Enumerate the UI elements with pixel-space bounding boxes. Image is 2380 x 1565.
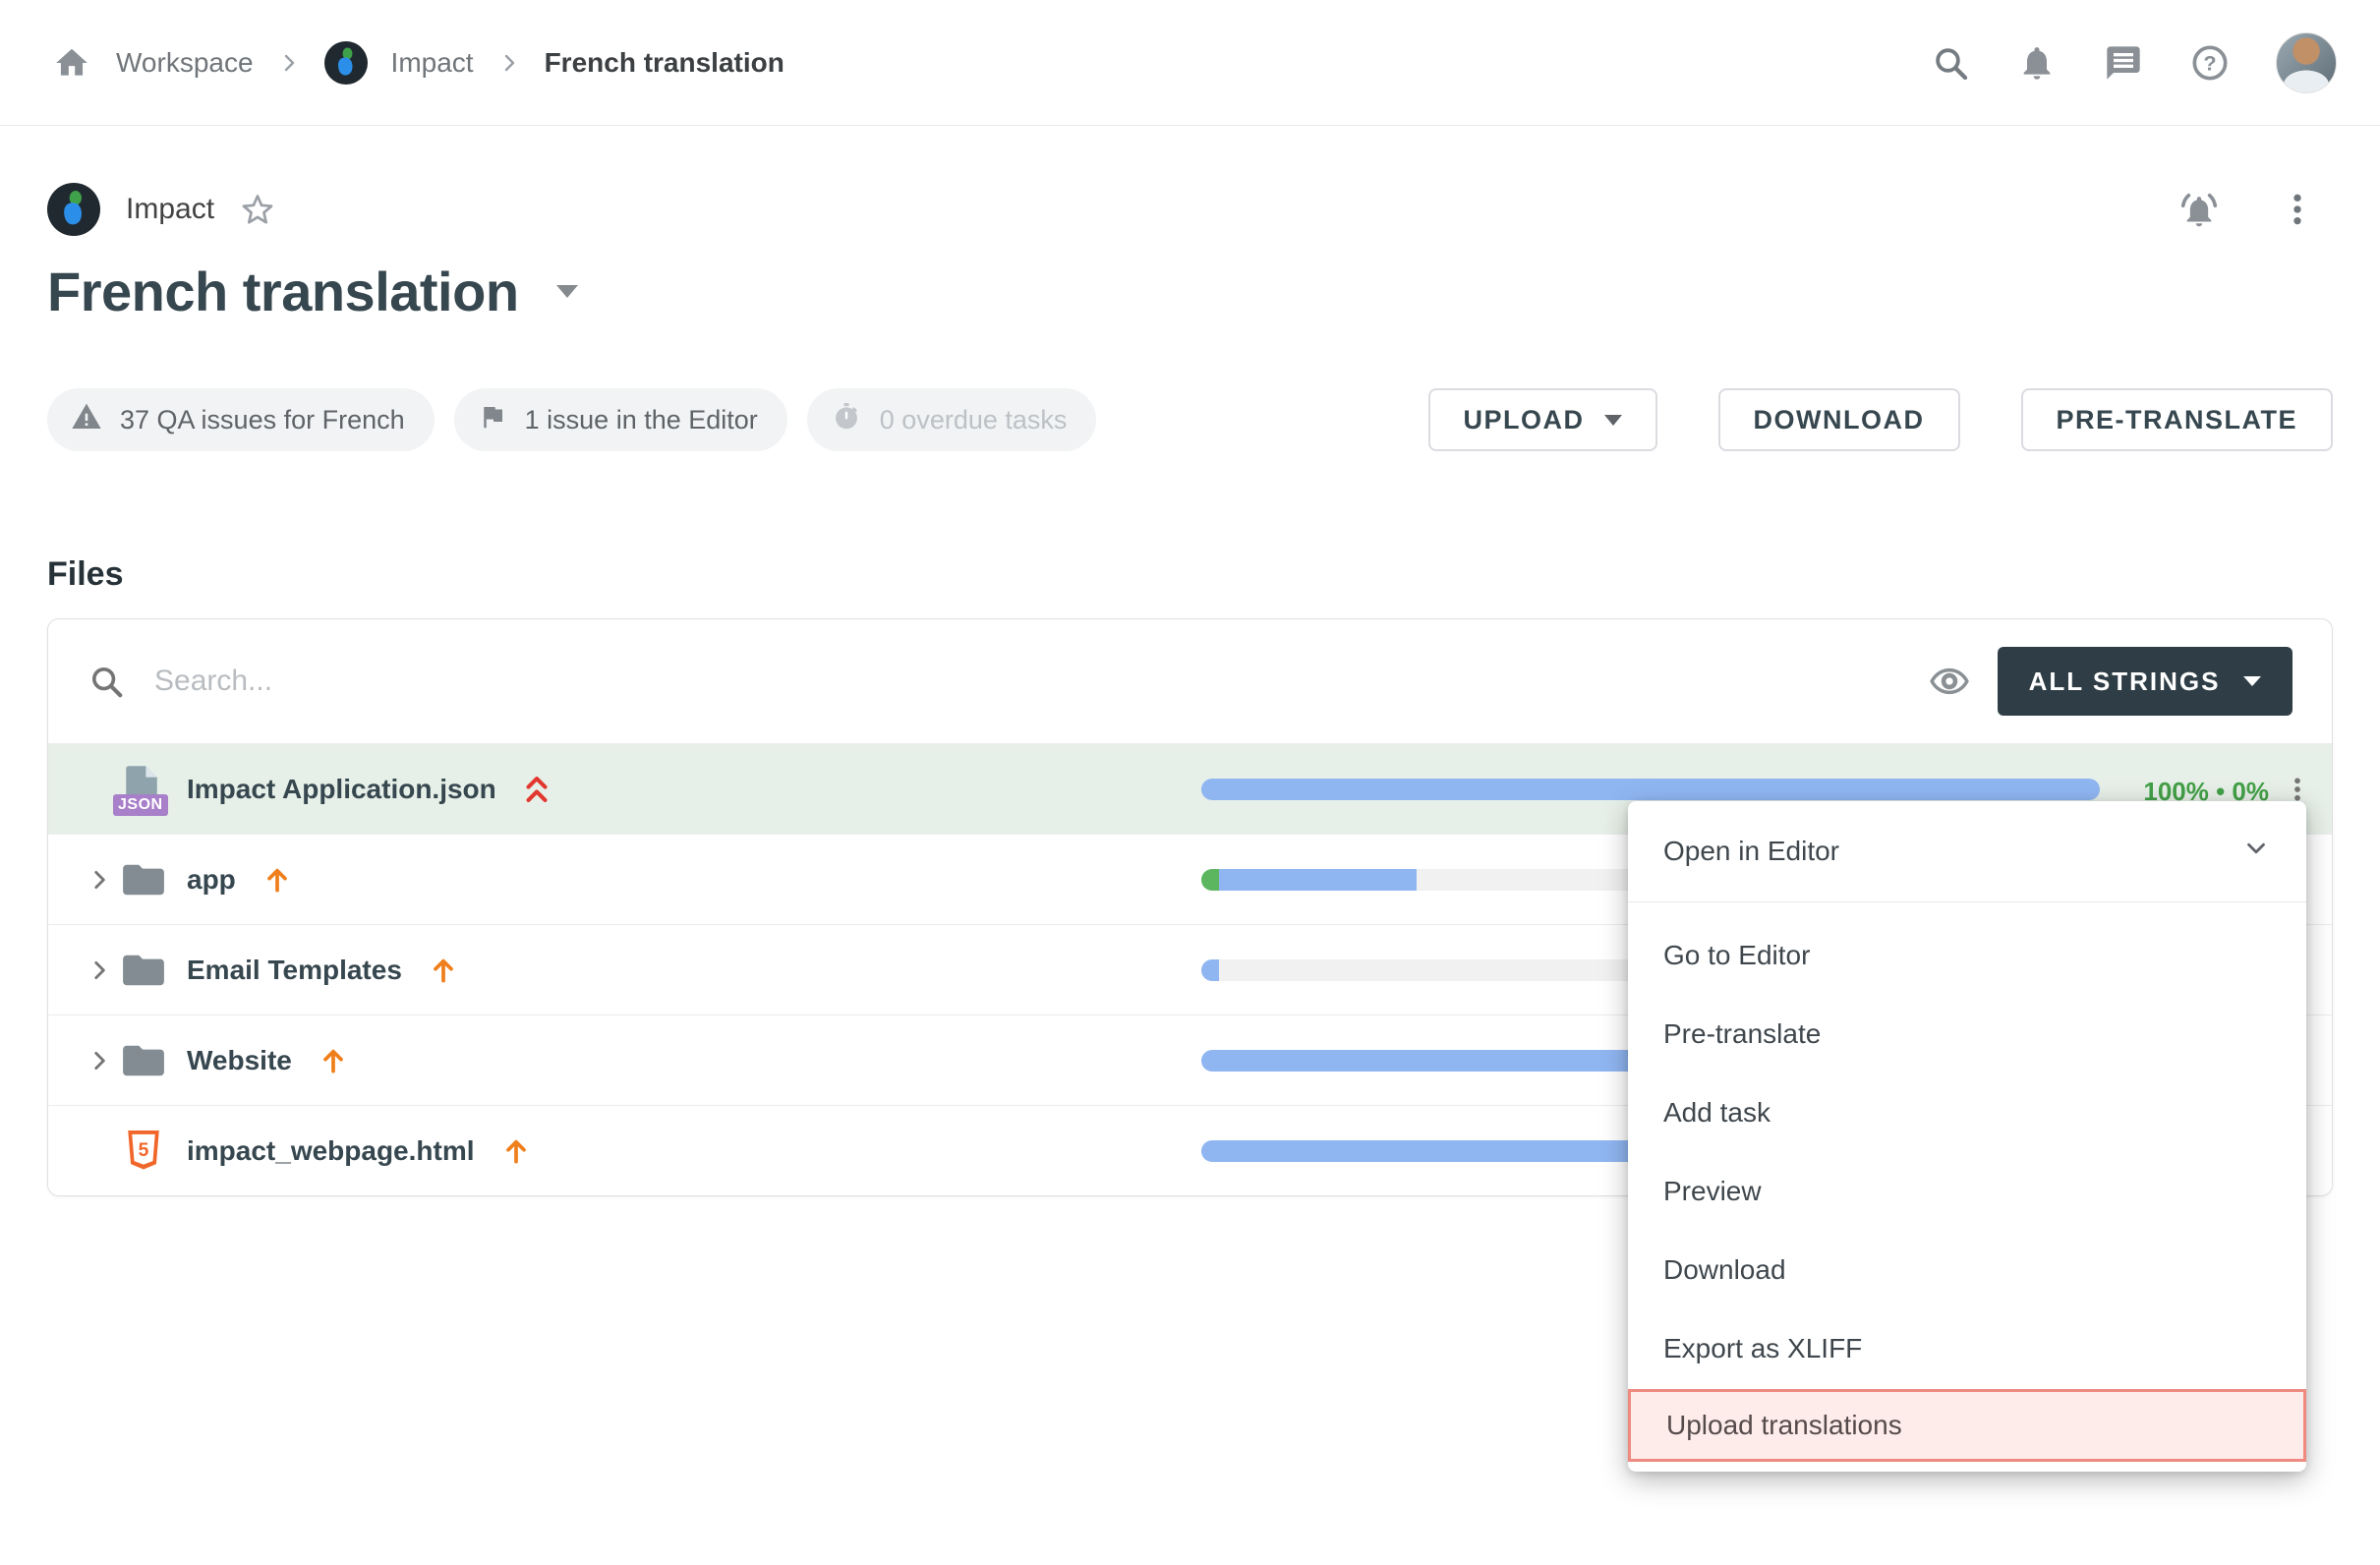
menu-item-pre-translate[interactable]: Pre-translate [1628,995,2306,1073]
upload-arrow-icon [428,955,459,986]
upload-button[interactable]: UPLOAD [1428,388,1657,451]
expand-chevron-icon[interactable] [87,1048,112,1073]
breadcrumb-current-page: French translation [545,47,784,79]
folder-name[interactable]: Website [187,1045,292,1076]
upload-button-label: UPLOAD [1464,405,1585,435]
svg-text:?: ? [2203,50,2216,75]
title-dropdown-caret-icon[interactable] [556,285,578,298]
html-file-icon: 5 [120,1127,167,1176]
editor-issues-chip-label: 1 issue in the Editor [525,405,758,435]
folder-icon [120,1042,167,1079]
expand-chevron-icon[interactable] [87,957,112,983]
chevron-down-icon [2241,834,2271,870]
impact-project-logo [47,183,100,236]
page-title-row: French translation [47,260,2333,323]
menu-item-open-in-editor[interactable]: Open in Editor [1628,801,2306,902]
eye-visibility-icon[interactable] [1929,661,1970,702]
upload-caret-icon [1604,415,1622,426]
upload-arrow-icon [261,864,293,896]
chevron-right-icon [277,51,301,75]
file-name[interactable]: Impact Application.json [187,774,496,805]
download-button-label: DOWNLOAD [1754,405,1925,435]
topbar-actions: ? [1930,32,2337,93]
menu-item-preview[interactable]: Preview [1628,1152,2306,1231]
app-window: Workspace Impact French translation [0,0,2380,1565]
folder-name[interactable]: Email Templates [187,955,402,986]
search-icon [87,663,125,700]
all-strings-filter-label: ALL STRINGS [2029,667,2221,697]
help-icon[interactable]: ? [2189,42,2231,84]
stopwatch-icon [831,401,862,439]
chevron-right-icon [497,51,521,75]
menu-header-label: Open in Editor [1663,836,1839,867]
overdue-tasks-chip-label: 0 overdue tasks [880,405,1068,435]
action-buttons: UPLOAD DOWNLOAD PRE-TRANSLATE [1428,388,2333,451]
menu-item-go-to-editor[interactable]: Go to Editor [1628,916,2306,995]
menu-item-export-as-xliff[interactable]: Export as XLIFF [1628,1309,2306,1388]
file-context-menu: Open in Editor Go to Editor Pre-translat… [1628,801,2306,1472]
folder-icon [120,952,167,989]
status-chips: 37 QA issues for French 1 issue in the E… [47,388,1096,451]
svg-text:5: 5 [139,1139,149,1160]
star-favorite-icon[interactable] [240,192,275,227]
download-button[interactable]: DOWNLOAD [1718,388,1960,451]
filter-caret-icon [2243,676,2261,686]
pre-translate-button[interactable]: PRE-TRANSLATE [2021,388,2334,451]
status-and-actions-row: 37 QA issues for French 1 issue in the E… [47,388,2333,451]
upload-arrow-icon [500,1135,532,1167]
warning-triangle-icon [71,401,102,439]
double-chevron-up-icon [522,773,551,806]
project-name: Impact [126,193,214,226]
overdue-tasks-chip[interactable]: 0 overdue tasks [807,388,1097,451]
qa-issues-chip-label: 37 QA issues for French [120,405,405,435]
breadcrumb-workspace[interactable]: Workspace [116,47,254,79]
files-search-row: ALL STRINGS [48,619,2332,743]
watch-notifications-bell-icon[interactable] [2177,188,2221,231]
editor-issues-chip[interactable]: 1 issue in the Editor [454,388,787,451]
user-avatar[interactable] [2276,32,2337,93]
flag-icon [478,402,507,438]
breadcrumb: Workspace Impact French translation [51,41,784,85]
menu-items: Go to Editor Pre-translate Add task Prev… [1628,902,2306,1462]
upload-arrow-icon [318,1045,349,1076]
files-search-input[interactable] [154,665,1929,698]
chat-icon[interactable] [2103,42,2144,84]
search-icon[interactable] [1930,42,1971,84]
menu-item-upload-translations[interactable]: Upload translations [1628,1389,2306,1462]
project-header: Impact [47,183,2333,236]
notifications-bell-icon[interactable] [2016,42,2058,84]
menu-item-add-task[interactable]: Add task [1628,1073,2306,1152]
folder-icon [120,861,167,898]
page-title: French translation [47,260,519,323]
expand-chevron-icon[interactable] [87,867,112,893]
progress-bar [1201,779,2100,800]
home-icon[interactable] [51,42,92,84]
json-badge-label: JSON [113,794,168,816]
impact-project-logo [324,41,368,85]
top-navigation-bar: Workspace Impact French translation [0,0,2380,126]
pre-translate-button-label: PRE-TRANSLATE [2057,405,2298,435]
folder-name[interactable]: app [187,864,236,896]
files-heading: Files [47,555,2333,594]
project-kebab-menu-icon[interactable] [2276,188,2319,231]
menu-item-download[interactable]: Download [1628,1231,2306,1309]
qa-issues-chip[interactable]: 37 QA issues for French [47,388,435,451]
json-file-icon: JSON [121,764,166,815]
breadcrumb-project[interactable]: Impact [391,47,474,79]
all-strings-filter-button[interactable]: ALL STRINGS [1998,647,2293,716]
file-name[interactable]: impact_webpage.html [187,1135,475,1167]
